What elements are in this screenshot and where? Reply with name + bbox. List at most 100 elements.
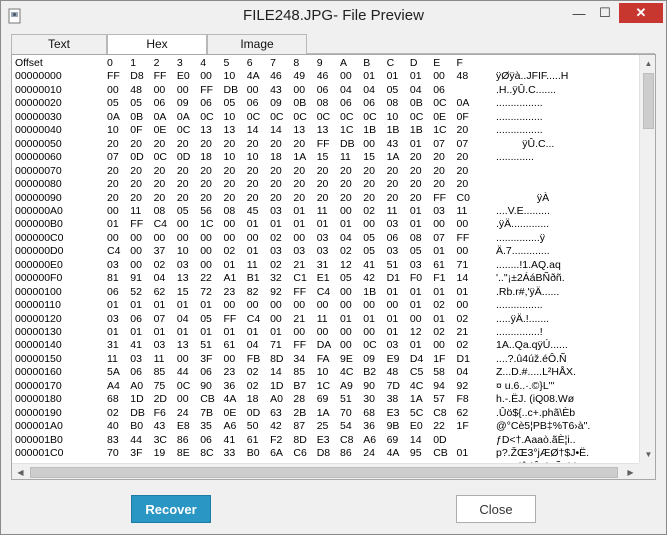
hex-byte: E3 [386, 406, 400, 419]
hex-byte: 05 [340, 272, 352, 285]
hex-byte: 01 [409, 299, 422, 312]
hex-byte: 41 [130, 339, 142, 352]
row-offset: 000000C0 [15, 231, 64, 244]
hex-byte: 10 [316, 366, 329, 379]
hex-byte: 00 [153, 231, 166, 244]
hex-view[interactable]: Offset 0 1 2 3 4 5 6 7 8 9 A B C D E F 00000000 FF D8 FF E0 00… [12, 55, 639, 463]
row-offset: 00000140 [15, 339, 62, 352]
hex-byte: 51 [200, 339, 212, 352]
hex-byte: 00 [340, 339, 352, 352]
hex-byte: 20 [386, 191, 399, 204]
hex-byte: 48 [130, 83, 142, 96]
vertical-scrollbar[interactable]: ▲ ▼ [639, 55, 655, 463]
hex-byte: 1A [316, 406, 330, 419]
hex-byte: 20 [130, 137, 142, 150]
hex-byte: 20 [293, 178, 306, 191]
hex-byte: 20 [293, 191, 306, 204]
recover-button[interactable]: Recover [131, 495, 211, 523]
scroll-left-icon[interactable]: ◀ [12, 464, 29, 479]
hex-byte: 5A [107, 366, 120, 379]
hex-byte: 01 [433, 245, 445, 258]
hex-byte: 1B [386, 124, 400, 137]
hex-byte: FF [200, 83, 214, 96]
hex-byte: B0 [246, 447, 260, 460]
scroll-down-icon[interactable]: ▼ [640, 446, 655, 463]
vertical-scroll-thumb[interactable] [643, 73, 654, 129]
hex-byte: 14 [270, 366, 282, 379]
hex-byte: 03 [293, 245, 306, 258]
hex-byte: 02 [270, 258, 282, 271]
hex-byte: 13 [200, 124, 212, 137]
hex-byte: 11 [316, 204, 328, 217]
hex-byte: 00 [130, 231, 142, 244]
horizontal-scroll-thumb[interactable] [30, 467, 618, 478]
hex-byte: 01 [409, 137, 422, 150]
hex-byte: 01 [246, 245, 259, 258]
hex-byte: 4A [223, 393, 237, 406]
title-bar[interactable]: FILE248.JPG- File Preview — ☐ ✕ [1, 1, 666, 32]
row-offset: 00000170 [15, 379, 62, 392]
hex-byte: 20 [153, 191, 166, 204]
minimize-button[interactable]: — [566, 3, 592, 23]
offset-header: Offset [15, 57, 43, 69]
scroll-right-icon[interactable]: ▶ [622, 464, 639, 479]
hex-byte: 12 [409, 326, 422, 338]
hex-byte: 00 [200, 231, 212, 244]
tab-image[interactable]: Image [207, 34, 307, 54]
scroll-up-icon[interactable]: ▲ [640, 55, 655, 72]
hex-byte: 04 [363, 83, 375, 96]
hex-byte: 62 [153, 285, 166, 298]
hex-byte: 05 [386, 83, 399, 96]
ascii-text: ÿØÿà..JFIF.....H [496, 70, 569, 83]
hex-byte: 20 [433, 178, 445, 191]
hex-byte: 0C [293, 110, 307, 123]
hex-byte: 23 [223, 285, 236, 298]
hex-byte: 05 [200, 312, 212, 325]
hex-byte: 06 [153, 97, 166, 110]
hex-byte: 00 [433, 218, 445, 231]
hex-byte: 0E [433, 110, 447, 123]
hex-byte: 13 [316, 124, 329, 137]
hex-byte: 21 [456, 326, 469, 338]
hex-byte: 36 [223, 379, 236, 392]
hex-byte: 41 [363, 258, 375, 271]
hex-byte: CB [200, 393, 215, 406]
hex-byte: 00 [456, 245, 469, 258]
hex-byte: E8 [176, 420, 190, 433]
hex-byte: 01 [293, 218, 306, 231]
hex-byte: 00 [246, 299, 259, 312]
hex-byte: 61 [246, 433, 259, 446]
maximize-button[interactable]: ☐ [592, 3, 618, 23]
hex-byte: 20 [316, 178, 329, 191]
hex-byte: 21 [293, 312, 306, 325]
hex-byte: 1B [363, 285, 377, 298]
hex-byte: 33 [223, 447, 236, 460]
hex-byte: 01 [153, 299, 166, 312]
column-header: 4 [200, 57, 207, 69]
hex-byte: B0 [130, 420, 144, 433]
horizontal-scrollbar[interactable]: ◀ ▶ [12, 463, 639, 479]
hex-byte: 09 [176, 97, 189, 110]
hex-byte: 86 [340, 447, 352, 460]
hex-byte: 69 [386, 433, 399, 446]
hex-byte: 20 [200, 164, 212, 177]
tab-text[interactable]: Text [11, 34, 107, 54]
hex-byte: 06 [363, 97, 375, 110]
hex-byte: 04 [176, 312, 189, 325]
tab-hex[interactable]: Hex [107, 34, 207, 55]
hex-byte: 03 [316, 231, 329, 244]
ascii-text: @°Cè5¦PB‡%T6›à". [496, 420, 591, 433]
hex-byte: 0D [176, 151, 191, 164]
hex-byte: 07 [456, 137, 469, 150]
hex-byte: 04 [246, 339, 259, 352]
close-button[interactable]: Close [456, 495, 536, 523]
hex-byte: 20 [270, 191, 282, 204]
hex-byte: 11 [246, 258, 258, 271]
hex-byte: 41 [223, 433, 236, 446]
column-header: C [386, 57, 395, 69]
hex-byte: 01 [107, 326, 119, 338]
hex-byte: 13 [176, 339, 189, 352]
close-window-button[interactable]: ✕ [619, 3, 663, 23]
hex-byte: 1D [130, 393, 144, 406]
hex-byte: E9 [386, 352, 400, 365]
